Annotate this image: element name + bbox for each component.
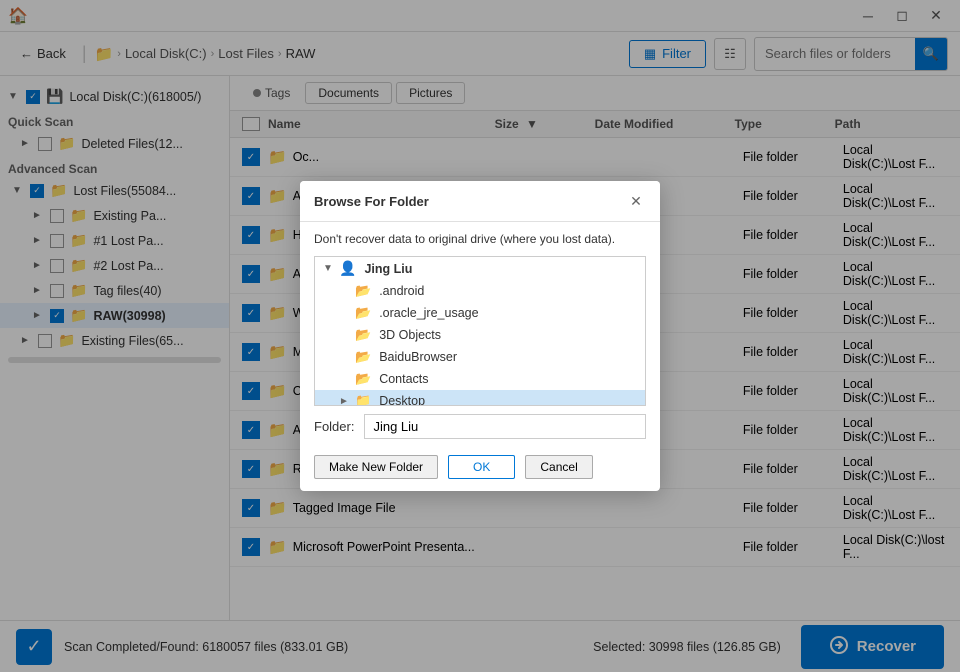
browse-folder-dialog: Browse For Folder ✕ Don't recover data t… <box>300 181 660 491</box>
tree-item-oracle[interactable]: 📂 .oracle_jre_usage <box>315 302 645 324</box>
modal-warning: Don't recover data to original drive (wh… <box>300 222 660 256</box>
tree-contacts-label: Contacts <box>379 372 428 386</box>
tree-item-3d[interactable]: 📂 3D Objects <box>315 324 645 346</box>
tree-3d-label: 3D Objects <box>379 328 441 342</box>
folder-icon-desktop: 📁 <box>355 393 371 406</box>
folder-icon-android: 📂 <box>355 283 371 299</box>
modal-overlay: Browse For Folder ✕ Don't recover data t… <box>0 0 960 672</box>
make-new-folder-button[interactable]: Make New Folder <box>314 455 438 479</box>
folder-icon-oracle: 📂 <box>355 305 371 321</box>
cancel-button[interactable]: Cancel <box>525 455 592 479</box>
user-icon: 👤 <box>339 260 356 277</box>
folder-input-row: Folder: <box>300 406 660 447</box>
modal-close-button[interactable]: ✕ <box>626 191 646 211</box>
tree-item-root[interactable]: ▼ 👤 Jing Liu <box>315 257 645 280</box>
tree-item-baidu[interactable]: 📂 BaiduBrowser <box>315 346 645 368</box>
folder-icon-baidu: 📂 <box>355 349 371 365</box>
tree-item-contacts[interactable]: 📂 Contacts <box>315 368 645 390</box>
expand-icon-desktop: ► <box>339 396 351 407</box>
tree-baidu-label: BaiduBrowser <box>379 350 457 364</box>
folder-icon-contacts: 📂 <box>355 371 371 387</box>
expand-icon-root: ▼ <box>323 263 335 274</box>
modal-header: Browse For Folder ✕ <box>300 181 660 222</box>
tree-root-label: Jing Liu <box>364 262 412 276</box>
ok-button[interactable]: OK <box>448 455 515 479</box>
folder-path-input[interactable] <box>364 414 646 439</box>
tree-oracle-label: .oracle_jre_usage <box>379 306 478 320</box>
folder-tree[interactable]: ▼ 👤 Jing Liu 📂 .android 📂 .oracle_jre_us… <box>314 256 646 406</box>
modal-footer: Make New Folder OK Cancel <box>300 447 660 491</box>
tree-item-desktop[interactable]: ► 📁 Desktop <box>315 390 645 406</box>
tree-item-android[interactable]: 📂 .android <box>315 280 645 302</box>
folder-icon-3d: 📂 <box>355 327 371 343</box>
modal-title: Browse For Folder <box>314 194 429 209</box>
tree-android-label: .android <box>379 284 424 298</box>
folder-label: Folder: <box>314 419 354 434</box>
tree-desktop-label: Desktop <box>379 394 425 406</box>
